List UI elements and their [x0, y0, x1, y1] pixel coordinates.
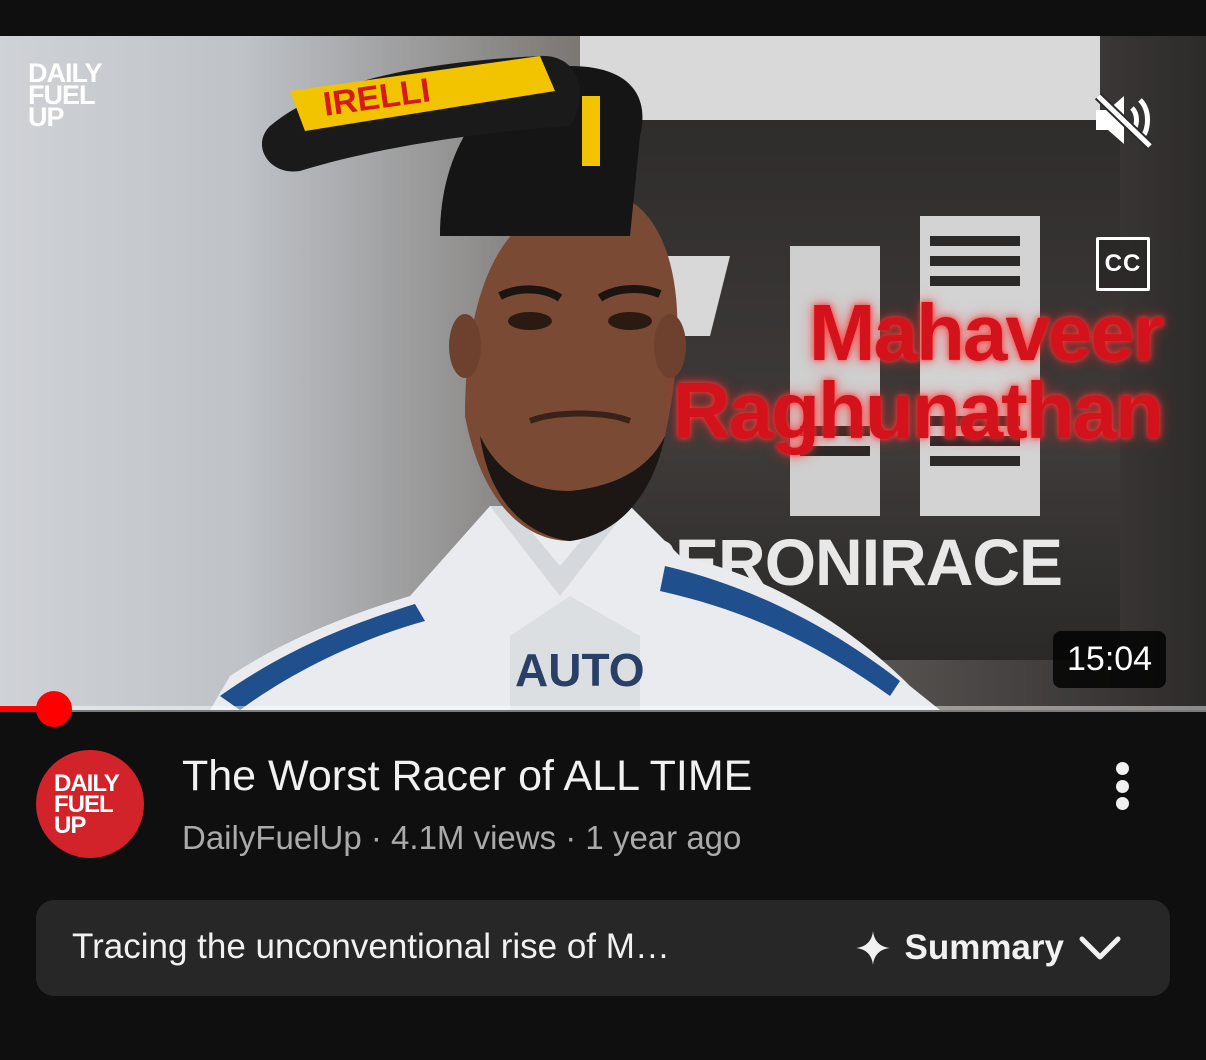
- mute-button[interactable]: [1088, 90, 1158, 150]
- cc-icon: CC: [1104, 250, 1142, 277]
- channel-watermark: DAILY FUEL UP: [28, 60, 103, 131]
- overlay-last-name: Raghunathan: [672, 366, 1164, 455]
- video-title[interactable]: The Worst Racer of ALL TIME: [182, 752, 1042, 801]
- playback-progress-bar[interactable]: [0, 691, 1206, 727]
- duration-badge: 15:04: [1053, 631, 1167, 688]
- chevron-down-icon: [1079, 936, 1121, 960]
- sparkle-icon: [856, 931, 891, 965]
- scrubber-handle[interactable]: [36, 691, 73, 727]
- captions-button[interactable]: CC: [1096, 237, 1150, 291]
- mute-icon: [1094, 92, 1154, 150]
- more-vert-icon: [1115, 779, 1129, 793]
- more-options-button[interactable]: [1098, 756, 1146, 816]
- summary-button[interactable]: Summary: [856, 922, 1122, 974]
- summary-label: Summary: [904, 928, 1064, 967]
- video-byline: DailyFuelUp · 4.1M views · 1 year ago: [182, 819, 742, 856]
- svg-text:AUTO: AUTO: [515, 644, 645, 696]
- video-card: PERONIRACE AUTO IRELLI DAILY FUEL UP Mah…: [0, 0, 1206, 1060]
- channel-avatar[interactable]: DAILY FUEL UP: [36, 750, 144, 858]
- ai-summary-bar[interactable]: Tracing the unconventional rise of M… Su…: [36, 900, 1170, 996]
- overlay-first-name: Mahaveer: [808, 288, 1164, 377]
- summary-text: Tracing the unconventional rise of M…: [72, 927, 670, 966]
- thumbnail-name-overlay: Mahaveer Raghunathan: [672, 288, 1164, 455]
- avatar-line: UP: [54, 811, 86, 839]
- video-thumbnail[interactable]: PERONIRACE AUTO IRELLI DAILY FUEL UP Mah…: [0, 36, 1206, 710]
- more-vert-icon: [1115, 797, 1129, 810]
- more-vert-icon: [1115, 762, 1129, 775]
